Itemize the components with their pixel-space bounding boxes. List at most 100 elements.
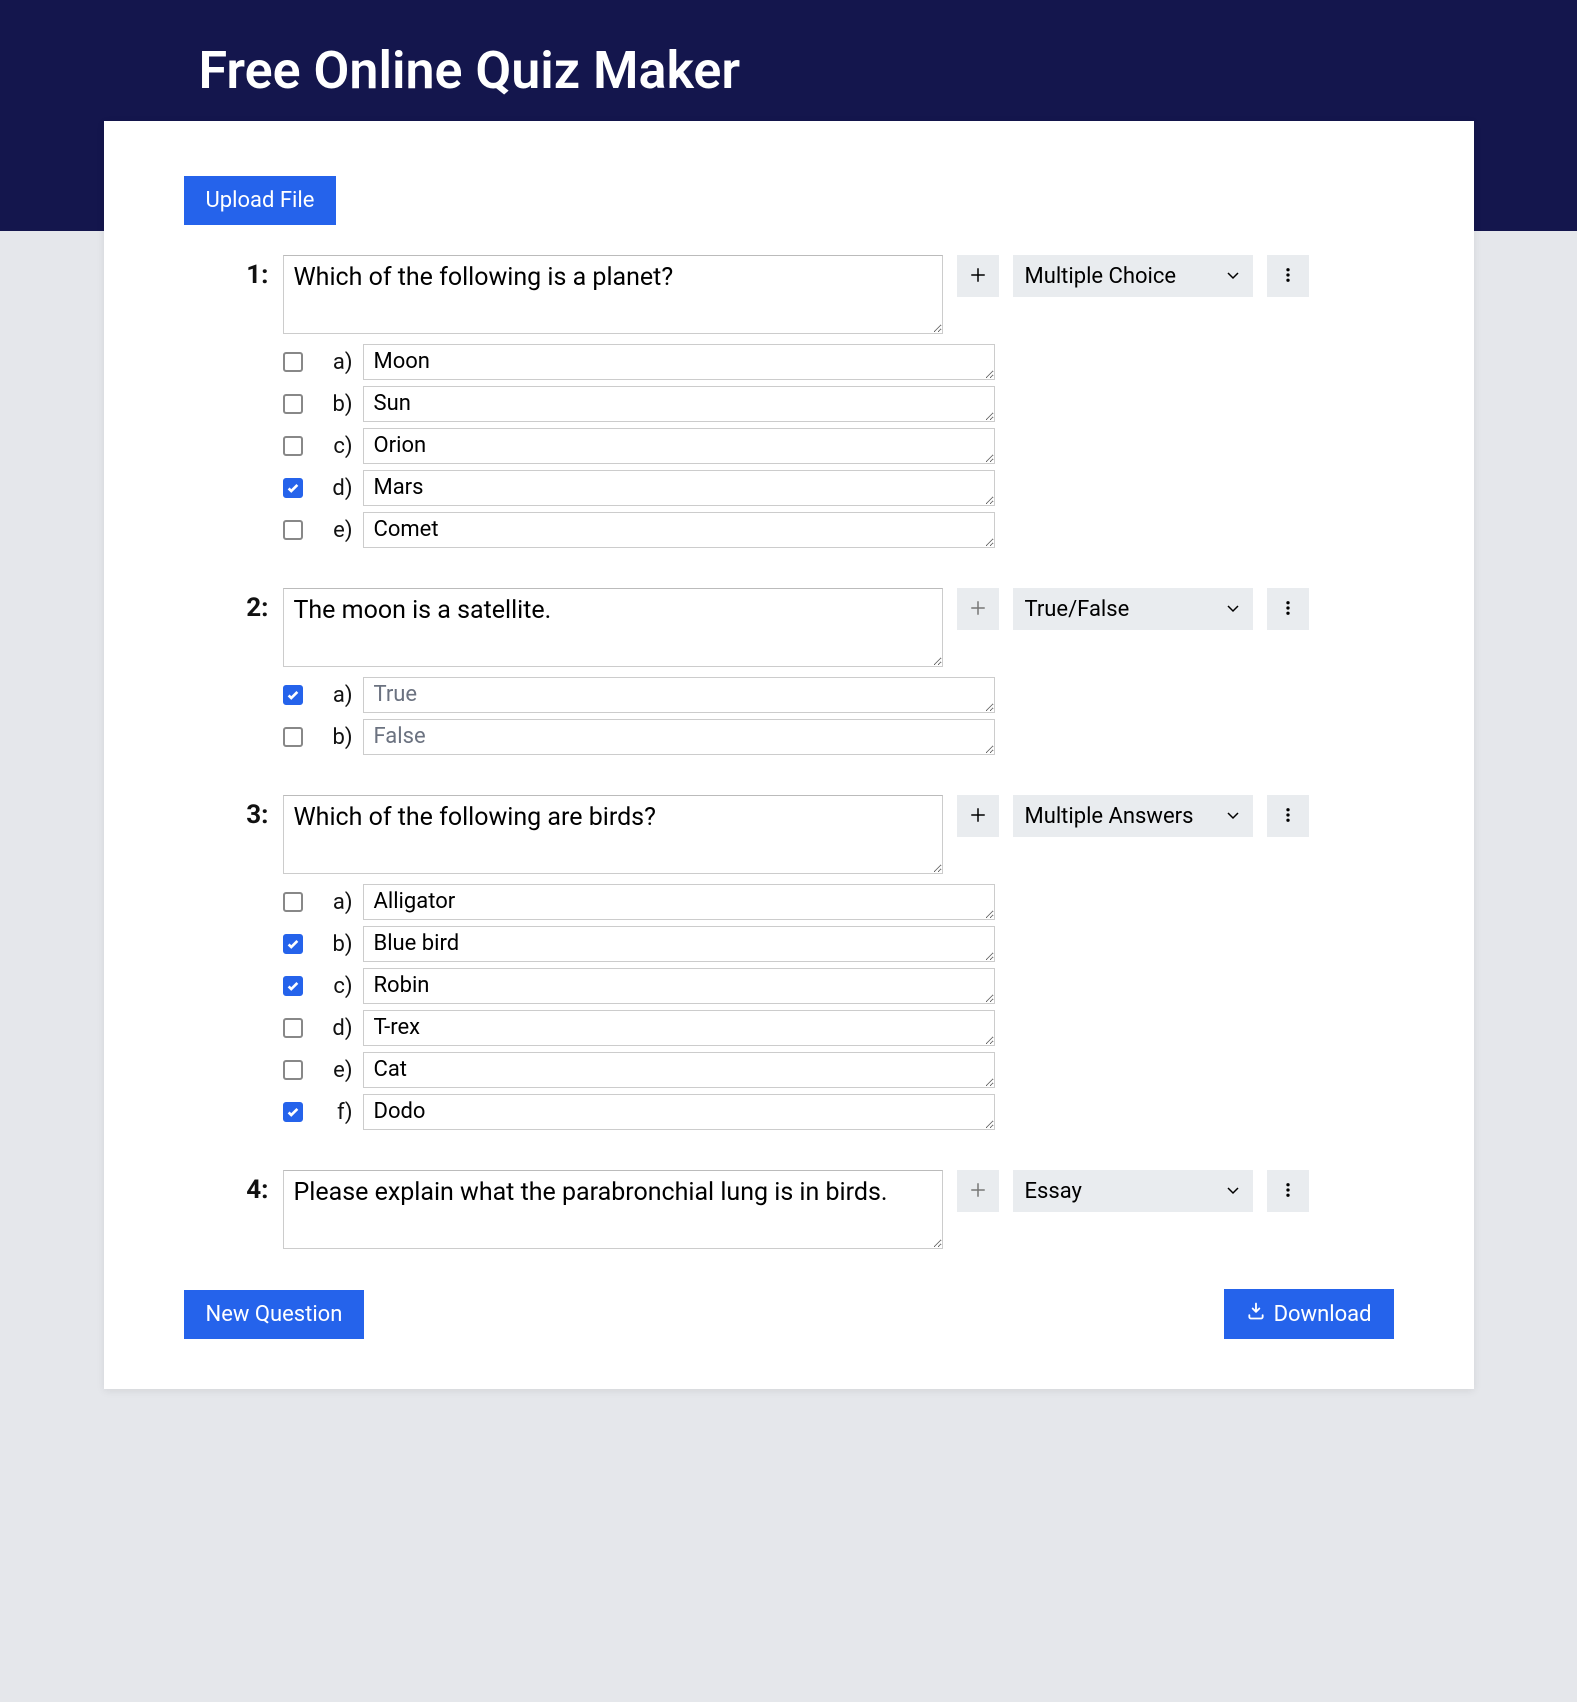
answer-text-input[interactable] bbox=[363, 512, 995, 548]
answer-correct-checkbox[interactable] bbox=[283, 976, 303, 996]
question: 2: Multiple ChoiceTrue/FalseMultiple Answ… bbox=[184, 588, 1394, 755]
answer-correct-checkbox[interactable] bbox=[283, 478, 303, 498]
answer-letter: e) bbox=[313, 518, 353, 543]
question-type-select[interactable]: Multiple ChoiceTrue/FalseMultiple Answer… bbox=[1013, 795, 1253, 837]
upload-bar: Upload File bbox=[184, 176, 1394, 225]
footer-row: New Question Download bbox=[184, 1289, 1394, 1339]
question-menu-button[interactable] bbox=[1267, 588, 1309, 630]
answer-letter: d) bbox=[313, 476, 353, 501]
answer-correct-checkbox[interactable] bbox=[283, 394, 303, 414]
answer-row: c) bbox=[184, 428, 1394, 464]
question-number: 1: bbox=[184, 255, 269, 290]
answer-row: a) bbox=[184, 884, 1394, 920]
answer-row: c) bbox=[184, 968, 1394, 1004]
answer-correct-checkbox[interactable] bbox=[283, 1102, 303, 1122]
download-icon bbox=[1246, 1301, 1266, 1327]
add-answer-button bbox=[957, 1170, 999, 1212]
add-answer-button[interactable] bbox=[957, 255, 999, 297]
question-type-select[interactable]: Multiple ChoiceTrue/FalseMultiple Answer… bbox=[1013, 588, 1253, 630]
answer-letter: a) bbox=[313, 890, 353, 915]
download-button[interactable]: Download bbox=[1224, 1289, 1394, 1339]
answer-row: a) bbox=[184, 677, 1394, 713]
answer-correct-checkbox[interactable] bbox=[283, 685, 303, 705]
answers-list: a) b) c) d) e) bbox=[184, 344, 1394, 548]
answer-letter: f) bbox=[313, 1100, 353, 1125]
question-text-input[interactable] bbox=[283, 795, 943, 874]
answer-row: b) bbox=[184, 926, 1394, 962]
question-number: 3: bbox=[184, 795, 269, 830]
question-text-input[interactable] bbox=[283, 1170, 943, 1249]
answer-text-input bbox=[363, 719, 995, 755]
question-type-select[interactable]: Multiple ChoiceTrue/FalseMultiple Answer… bbox=[1013, 255, 1253, 297]
questions-list: 1: Multiple ChoiceTrue/FalseMultiple Answ… bbox=[184, 255, 1394, 1249]
download-label: Download bbox=[1274, 1302, 1372, 1327]
question: 3: Multiple ChoiceTrue/FalseMultiple Answ… bbox=[184, 795, 1394, 1130]
question: 1: Multiple ChoiceTrue/FalseMultiple Answ… bbox=[184, 255, 1394, 548]
page-title: Free Online Quiz Maker bbox=[89, 40, 1489, 101]
upload-file-label: Upload File bbox=[206, 188, 315, 213]
answer-letter: e) bbox=[313, 1058, 353, 1083]
more-vertical-icon bbox=[1279, 1181, 1297, 1202]
answer-text-input bbox=[363, 677, 995, 713]
question-menu-button[interactable] bbox=[1267, 795, 1309, 837]
answer-text-input[interactable] bbox=[363, 428, 995, 464]
answer-row: a) bbox=[184, 344, 1394, 380]
answer-row: b) bbox=[184, 719, 1394, 755]
add-answer-button bbox=[957, 588, 999, 630]
add-answer-button[interactable] bbox=[957, 795, 999, 837]
question-text-input[interactable] bbox=[283, 255, 943, 334]
answer-text-input[interactable] bbox=[363, 1052, 995, 1088]
answers-list: a) b) c) d) e) f) bbox=[184, 884, 1394, 1130]
more-vertical-icon bbox=[1279, 266, 1297, 287]
question-header: 1: Multiple ChoiceTrue/FalseMultiple Answ… bbox=[184, 255, 1394, 334]
question-type-select[interactable]: Multiple ChoiceTrue/FalseMultiple Answer… bbox=[1013, 1170, 1253, 1212]
answer-letter: c) bbox=[313, 434, 353, 459]
answer-correct-checkbox[interactable] bbox=[283, 1060, 303, 1080]
answer-row: d) bbox=[184, 1010, 1394, 1046]
answer-text-input[interactable] bbox=[363, 926, 995, 962]
answer-text-input[interactable] bbox=[363, 1010, 995, 1046]
answer-correct-checkbox[interactable] bbox=[283, 892, 303, 912]
question-text-input[interactable] bbox=[283, 588, 943, 667]
more-vertical-icon bbox=[1279, 806, 1297, 827]
answer-text-input[interactable] bbox=[363, 470, 995, 506]
answer-text-input[interactable] bbox=[363, 968, 995, 1004]
answer-correct-checkbox[interactable] bbox=[283, 352, 303, 372]
question-menu-button[interactable] bbox=[1267, 1170, 1309, 1212]
upload-file-button[interactable]: Upload File bbox=[184, 176, 337, 225]
new-question-button[interactable]: New Question bbox=[184, 1290, 365, 1339]
answer-text-input[interactable] bbox=[363, 1094, 995, 1130]
new-question-label: New Question bbox=[206, 1302, 343, 1327]
answer-row: b) bbox=[184, 386, 1394, 422]
answer-letter: b) bbox=[313, 725, 353, 750]
answer-correct-checkbox[interactable] bbox=[283, 520, 303, 540]
answer-correct-checkbox[interactable] bbox=[283, 934, 303, 954]
answer-text-input[interactable] bbox=[363, 344, 995, 380]
answer-letter: d) bbox=[313, 1016, 353, 1041]
answer-correct-checkbox[interactable] bbox=[283, 1018, 303, 1038]
question-number: 2: bbox=[184, 588, 269, 623]
answer-letter: b) bbox=[313, 392, 353, 417]
question: 4: Multiple ChoiceTrue/FalseMultiple Answ… bbox=[184, 1170, 1394, 1249]
answers-list: a) b) bbox=[184, 677, 1394, 755]
plus-icon bbox=[969, 1181, 987, 1202]
answer-letter: a) bbox=[313, 350, 353, 375]
answer-row: f) bbox=[184, 1094, 1394, 1130]
question-header: 2: Multiple ChoiceTrue/FalseMultiple Answ… bbox=[184, 588, 1394, 667]
quiz-builder-card: Upload File 1: Multiple ChoiceTrue/FalseM… bbox=[104, 121, 1474, 1389]
question-header: 3: Multiple ChoiceTrue/FalseMultiple Answ… bbox=[184, 795, 1394, 874]
answer-correct-checkbox[interactable] bbox=[283, 436, 303, 456]
answer-row: d) bbox=[184, 470, 1394, 506]
answer-correct-checkbox[interactable] bbox=[283, 727, 303, 747]
answer-letter: c) bbox=[313, 974, 353, 999]
question-number: 4: bbox=[184, 1170, 269, 1205]
question-header: 4: Multiple ChoiceTrue/FalseMultiple Answ… bbox=[184, 1170, 1394, 1249]
answer-row: e) bbox=[184, 1052, 1394, 1088]
answer-letter: b) bbox=[313, 932, 353, 957]
question-menu-button[interactable] bbox=[1267, 255, 1309, 297]
answer-text-input[interactable] bbox=[363, 386, 995, 422]
plus-icon bbox=[969, 599, 987, 620]
answer-text-input[interactable] bbox=[363, 884, 995, 920]
plus-icon bbox=[969, 806, 987, 827]
answer-row: e) bbox=[184, 512, 1394, 548]
